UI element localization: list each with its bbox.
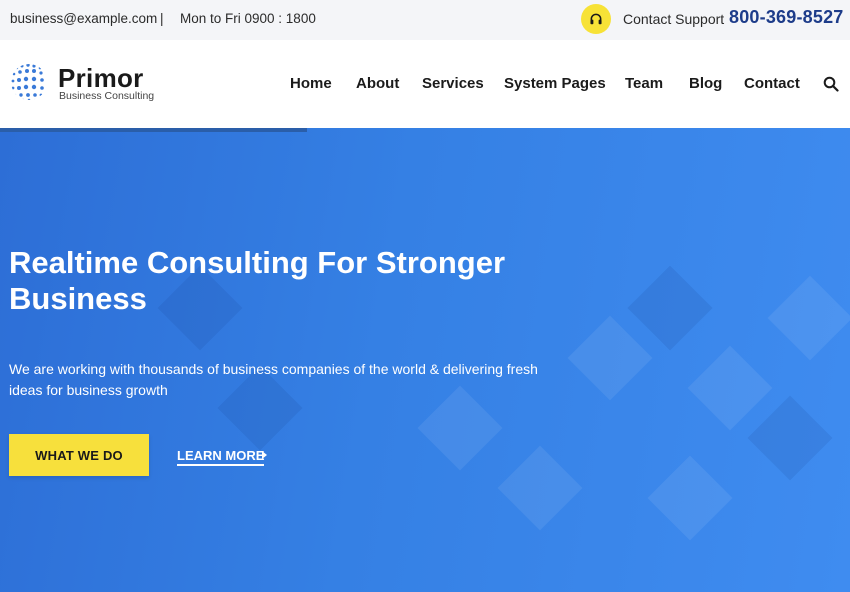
headphones-icon [581,4,611,34]
nav-home[interactable]: Home [290,75,332,92]
search-icon[interactable] [823,76,839,92]
globe-icon[interactable] [9,60,49,104]
hero-subtitle: We are working with thousands of busines… [9,361,538,398]
decor-tile [747,395,833,481]
support-phone[interactable]: 800-369-8527 [729,7,844,28]
nav-services[interactable]: Services [422,75,484,92]
business-hours: Mon to Fri 0900 : 1800 [180,11,316,26]
top-bar: business@example.com | Mon to Fri 0900 :… [0,0,850,40]
decor-tile [687,345,773,431]
nav-team[interactable]: Team [625,75,663,92]
nav-about[interactable]: About [356,75,399,92]
decor-tile [647,455,733,541]
brand-tagline: Business Consulting [59,90,155,102]
support-label: Contact Support [623,11,725,27]
what-we-do-button[interactable]: WHAT WE DO [9,434,149,476]
nav-blog[interactable]: Blog [689,75,722,92]
decor-tile [627,265,713,351]
topbar-separator: | [160,11,164,26]
contact-email[interactable]: business@example.com [10,11,157,26]
decor-tile [767,275,850,361]
decor-tile [497,445,583,531]
hero-title: Realtime Consulting For Stronger Busines… [9,245,506,316]
decor-tile [567,315,653,401]
hero-accent-bar [0,128,307,132]
nav-system-pages[interactable]: System Pages [504,75,606,92]
learn-more-link[interactable]: LEARN MORE [177,448,265,466]
site-header: Primor Business Consulting Home About Se… [0,40,850,128]
caret-right-icon [262,451,267,459]
hero-section: Realtime Consulting For Stronger Busines… [0,128,850,592]
nav-contact[interactable]: Contact [744,75,800,92]
